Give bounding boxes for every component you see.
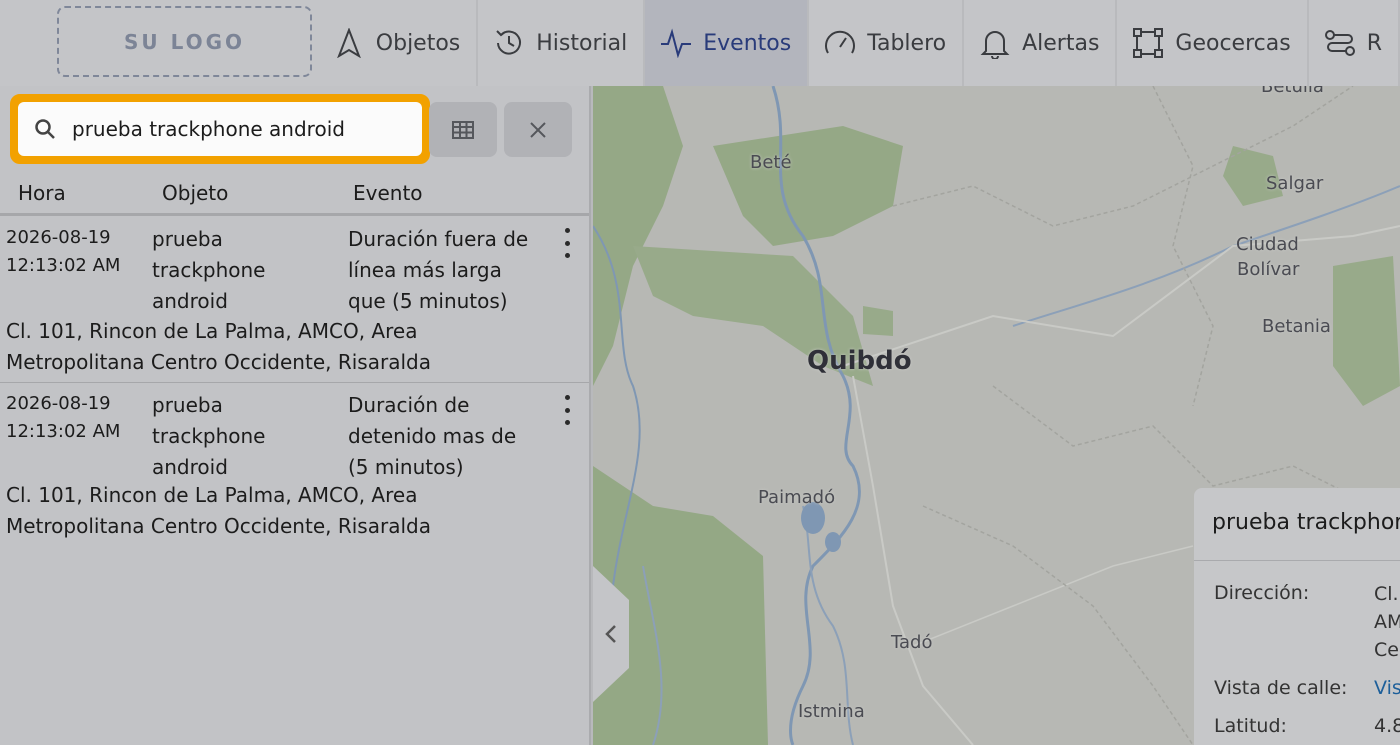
history-icon — [492, 26, 526, 60]
close-icon — [530, 121, 546, 138]
chevron-left-icon — [605, 625, 616, 643]
logo-text: SU LOGO — [123, 29, 246, 54]
navigation-icon — [332, 26, 366, 60]
event-line: Duración de — [348, 393, 470, 417]
address-line: Cl. 101, Rincon de La Palma, AMCO, Area — [6, 483, 418, 507]
object-line: prueba — [152, 227, 223, 251]
map-label-istmina: Istmina — [798, 701, 865, 722]
nav-tablero[interactable]: Tablero — [809, 0, 965, 86]
object-info-popup: prueba trackphone Dirección: Cl. AM Ce V… — [1194, 488, 1400, 745]
object-line: prueba — [152, 393, 223, 417]
nav-geocercas[interactable]: Geocercas — [1117, 0, 1309, 86]
event-clock: 12:13:02 AM — [6, 421, 121, 442]
street-view-label: Vista de calle: — [1214, 677, 1348, 699]
search-input[interactable] — [72, 117, 392, 141]
nav-label: Eventos — [703, 30, 792, 56]
event-line: detenido mas de — [348, 424, 517, 448]
column-header-object[interactable]: Objeto — [162, 181, 228, 205]
object-line: trackphone — [152, 424, 266, 448]
map-label-betulia: Betulia — [1261, 86, 1324, 97]
popup-divider — [1194, 560, 1400, 561]
map-label-ciudad: Ciudad — [1236, 234, 1299, 255]
events-table-header: Hora Objeto Evento — [0, 176, 589, 216]
popup-title: prueba trackphone — [1212, 510, 1400, 535]
nav-eventos[interactable]: Eventos — [645, 0, 810, 86]
object-line: trackphone — [152, 258, 266, 282]
event-date: 2026-08-19 — [6, 393, 111, 414]
map-label-bolivar: Bolívar — [1237, 259, 1300, 280]
event-description: Duración de detenido mas de (5 minutos) — [348, 390, 548, 483]
column-header-time[interactable]: Hora — [18, 181, 66, 205]
event-time: 2026-08-19 12:13:02 AM — [6, 224, 120, 280]
map-view[interactable]: Betulia Beté Salgar Ciudad Bolívar Betan… — [593, 86, 1400, 745]
object-line: android — [152, 289, 228, 313]
events-panel: Hora Objeto Evento 2026-08-19 12:13:02 A… — [0, 86, 591, 745]
clear-search-button[interactable] — [504, 102, 572, 157]
nav-objetos[interactable]: Objetos — [303, 0, 479, 86]
table-row[interactable]: 2026-08-19 12:13:02 AM prueba trackphone… — [0, 220, 589, 383]
map-label-betania: Betania — [1262, 316, 1331, 337]
logo-area: SU LOGO — [0, 0, 312, 86]
address-line: Metropolitana Centro Occidente, Risarald… — [6, 514, 431, 538]
search-icon — [35, 119, 55, 139]
event-address: Cl. 101, Rincon de La Palma, AMCO, Area … — [6, 316, 586, 378]
nav-label: Alertas — [1022, 30, 1100, 56]
nav-historial[interactable]: Historial — [478, 0, 646, 86]
event-object: prueba trackphone android — [152, 224, 332, 317]
gauge-icon — [823, 26, 857, 60]
nav-label: Historial — [536, 30, 628, 56]
address-line: Cl. 101, Rincon de La Palma, AMCO, Area — [6, 319, 418, 343]
route-icon — [1323, 26, 1357, 60]
event-line: que (5 minutos) — [348, 289, 508, 313]
latitude-value: 4.8 — [1374, 715, 1400, 737]
geofence-icon — [1131, 26, 1165, 60]
column-header-event[interactable]: Evento — [353, 181, 423, 205]
event-clock: 12:13:02 AM — [6, 255, 121, 276]
address-line: Metropolitana Centro Occidente, Risarald… — [6, 350, 431, 374]
address-label: Dirección: — [1214, 582, 1310, 604]
table-view-button[interactable] — [429, 102, 497, 157]
map-label-quibdo: Quibdó — [807, 346, 912, 376]
address-value-line: Cl. — [1374, 583, 1399, 605]
nav-alertas[interactable]: Alertas — [964, 0, 1118, 86]
nav-label: R — [1366, 30, 1382, 56]
top-navigation-bar: SU LOGO Objetos Historial Eventos Tabler… — [0, 0, 1400, 86]
object-line: android — [152, 455, 228, 479]
logo[interactable]: SU LOGO — [57, 6, 312, 77]
bell-icon — [978, 26, 1012, 60]
main-nav: Objetos Historial Eventos Tablero Alerta… — [303, 0, 1400, 86]
map-label-tado: Tadó — [891, 632, 933, 653]
more-vert-icon[interactable] — [555, 228, 579, 258]
event-description: Duración fuera de línea más larga que (5… — [348, 224, 548, 317]
map-label-salgar: Salgar — [1266, 173, 1324, 194]
table-icon — [452, 120, 474, 139]
map-label-bete: Beté — [750, 152, 792, 173]
event-date: 2026-08-19 — [6, 227, 111, 248]
event-address: Cl. 101, Rincon de La Palma, AMCO, Area … — [6, 480, 586, 542]
activity-icon — [659, 26, 693, 60]
event-object: prueba trackphone android — [152, 390, 332, 483]
nav-rutas[interactable]: R — [1308, 0, 1400, 86]
event-line: Duración fuera de — [348, 227, 529, 251]
nav-label: Objetos — [375, 30, 461, 56]
address-value-line: Ce — [1374, 639, 1399, 661]
latitude-label: Latitud: — [1214, 715, 1287, 737]
search-field-wrapper — [18, 102, 422, 156]
table-row[interactable]: 2026-08-19 12:13:02 AM prueba trackphone… — [0, 384, 589, 544]
event-line: (5 minutos) — [348, 455, 464, 479]
address-value-line: AM — [1374, 611, 1400, 633]
map-label-paimado: Paimadó — [758, 487, 836, 508]
event-line: línea más larga — [348, 258, 502, 282]
street-view-link[interactable]: Vis — [1374, 674, 1400, 702]
nav-label: Tablero — [867, 30, 947, 56]
event-time: 2026-08-19 12:13:02 AM — [6, 390, 120, 446]
more-vert-icon[interactable] — [555, 395, 579, 425]
address-value: Cl. AM Ce — [1374, 580, 1400, 664]
nav-label: Geocercas — [1175, 30, 1291, 56]
search-box — [10, 94, 430, 164]
